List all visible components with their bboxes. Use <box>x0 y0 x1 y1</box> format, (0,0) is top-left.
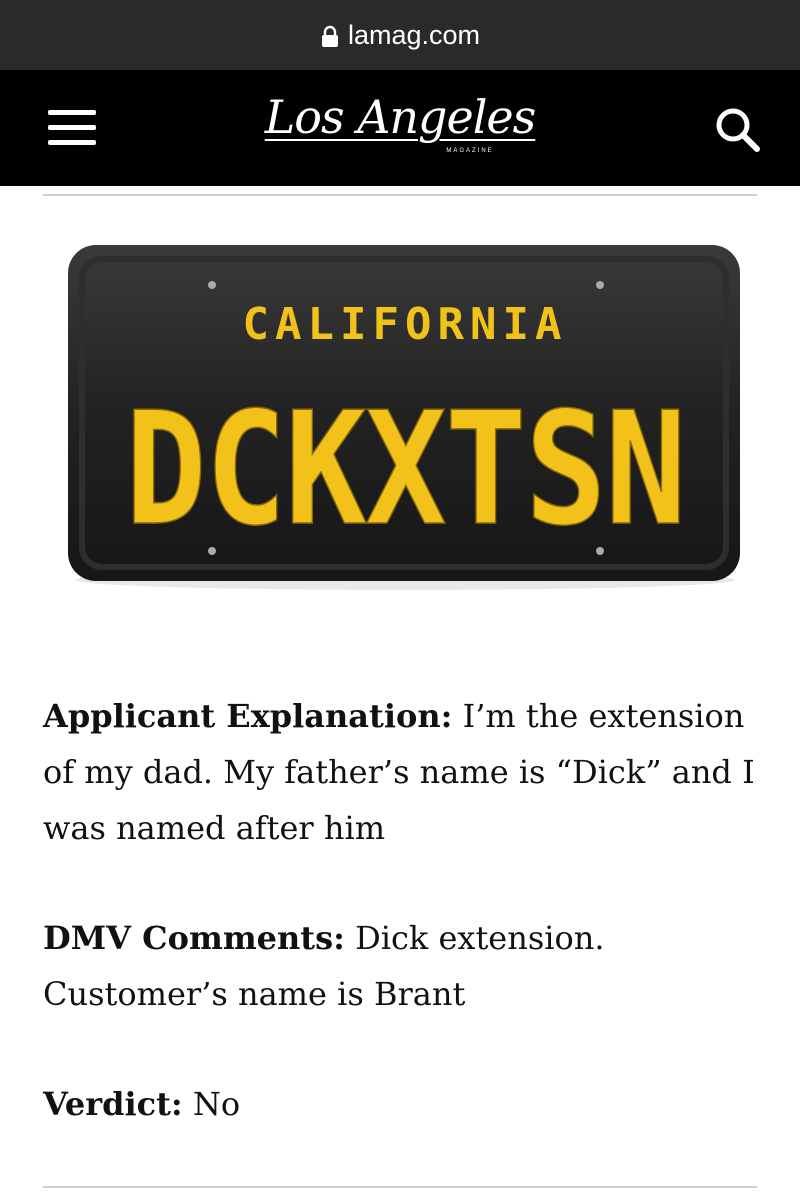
search-button[interactable] <box>712 104 764 156</box>
verdict-text: No <box>182 1085 241 1123</box>
divider-top <box>43 194 757 196</box>
plate-state-text: CALIFORNIA <box>243 299 568 350</box>
lock-icon <box>321 25 338 47</box>
plate-number-text: DCKXTSN <box>125 378 685 560</box>
site-header: Los Angeles MAGAZINE <box>0 70 800 186</box>
applicant-explanation-paragraph: Applicant Explanation: I’m the extension… <box>43 688 757 856</box>
menu-icon-bar <box>48 140 96 145</box>
menu-icon-bar <box>48 110 96 115</box>
verdict-label: Verdict: <box>43 1085 183 1123</box>
plate-bolt-hole <box>596 281 604 289</box>
url-text[interactable]: lamag.com <box>348 20 480 51</box>
search-icon <box>716 108 760 152</box>
site-logo[interactable]: Los Angeles MAGAZINE <box>230 84 570 164</box>
hamburger-menu-button[interactable] <box>44 106 100 150</box>
article-body: Applicant Explanation: I’m the extension… <box>43 688 757 1186</box>
license-plate-graphic: CALIFORNIA DCKXTSN <box>68 245 740 590</box>
verdict-paragraph: Verdict: No <box>43 1076 757 1132</box>
dmv-comments-label: DMV Comments: <box>43 919 345 957</box>
browser-url-bar[interactable]: lamag.com <box>0 0 800 70</box>
menu-icon-bar <box>48 125 96 130</box>
license-plate-image: CALIFORNIA DCKXTSN <box>60 235 750 595</box>
applicant-explanation-label: Applicant Explanation: <box>43 697 453 735</box>
divider-bottom <box>43 1186 757 1188</box>
dmv-comments-paragraph: DMV Comments: Dick extension. Customer’s… <box>43 910 757 1022</box>
plate-bolt-hole <box>208 281 216 289</box>
logo-text: Los Angeles <box>264 90 537 144</box>
